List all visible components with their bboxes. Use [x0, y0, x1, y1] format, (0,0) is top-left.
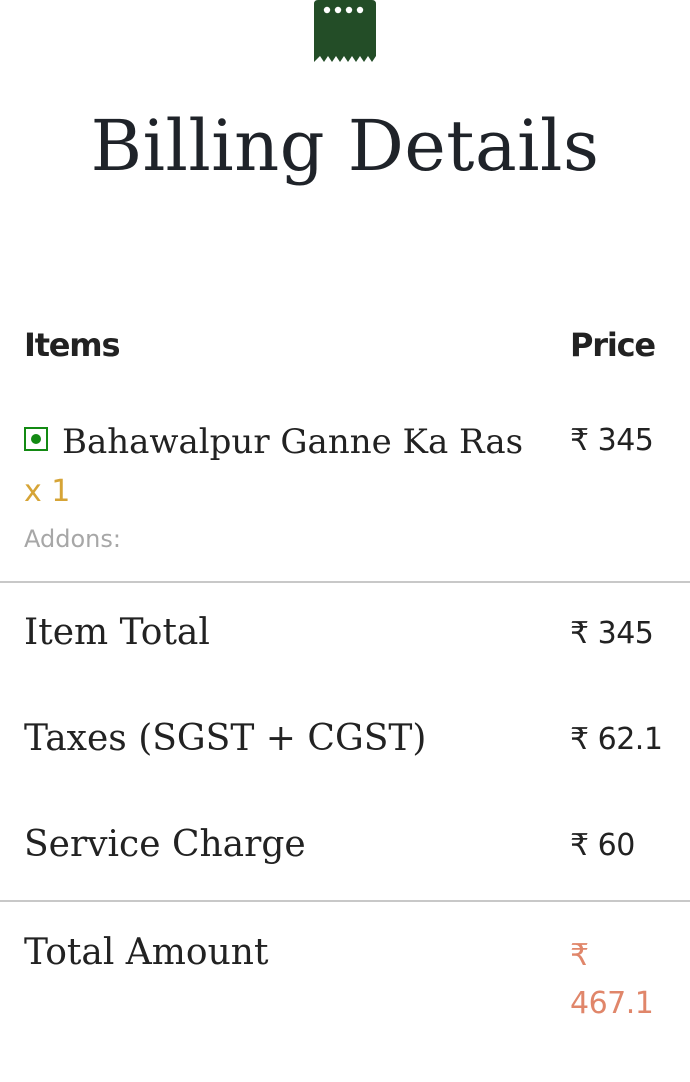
total-amount-value: ₹ 467.1	[570, 932, 680, 1028]
item-quantity: x 1	[24, 474, 71, 509]
taxes-label: Taxes (SGST + CGST)	[24, 718, 427, 759]
items-column-header: Items	[24, 326, 121, 364]
item-total-value: ₹ 345	[570, 616, 654, 651]
total-amount-label: Total Amount	[24, 932, 269, 973]
divider	[0, 900, 690, 902]
total-currency-symbol: ₹	[570, 938, 589, 973]
price-column-header: Price	[570, 326, 656, 364]
receipt-icon	[314, 0, 376, 62]
page-title: Billing Details	[90, 105, 600, 187]
item-price: ₹ 345	[570, 423, 654, 458]
service-charge-value: ₹ 60	[570, 828, 635, 863]
veg-indicator-icon	[24, 427, 48, 451]
total-amount-number: 467.1	[570, 986, 654, 1021]
bill-item-row: Bahawalpur Ganne Ka Ras x 1	[24, 418, 534, 516]
taxes-value: ₹ 62.1	[570, 722, 663, 757]
divider	[0, 581, 690, 583]
service-charge-label: Service Charge	[24, 824, 306, 865]
item-name: Bahawalpur Ganne Ka Ras	[62, 422, 524, 462]
item-total-label: Item Total	[24, 612, 210, 653]
item-addons-label: Addons:	[24, 525, 121, 553]
